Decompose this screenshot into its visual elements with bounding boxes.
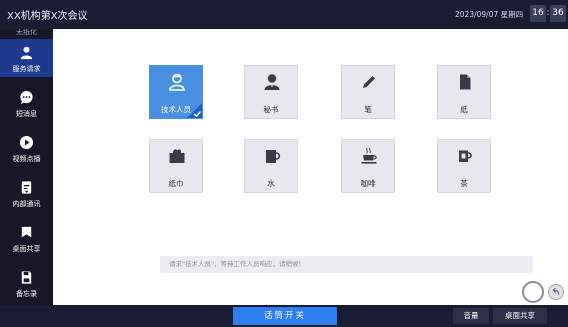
chat-bubble-icon (20, 90, 33, 105)
sidebar-item-desktop-share[interactable]: 桌面共享 (0, 219, 53, 257)
pen-icon (363, 76, 375, 88)
meeting-title: XX机构第X次会议 (7, 11, 88, 22)
sidebar-item-label: 内部通讯 (12, 200, 41, 208)
clock-minute: 36 (550, 5, 566, 22)
service-label: 纸巾 (168, 179, 184, 188)
coffee-icon (361, 147, 377, 164)
service-label: 纸 (460, 105, 468, 114)
desktop-share-button[interactable]: 桌面共享 (493, 308, 547, 324)
floating-home-button[interactable] (522, 281, 544, 303)
clock-hour: 16 (530, 5, 546, 22)
service-tile-secretary[interactable]: 秘书 (244, 65, 298, 119)
service-request-panel: 技术人员 秘书 笔 纸 纸巾 水 咖啡 茶 请求"技术人员"，等待工作人员响应，… (53, 29, 568, 305)
service-label: 茶 (460, 179, 468, 188)
service-label: 秘书 (263, 105, 279, 114)
service-label: 水 (267, 179, 275, 188)
back-arrow-icon (552, 287, 560, 295)
sidebar-item-label: 备忘录 (16, 290, 37, 298)
sidebar-item-video-on-demand[interactable]: 视频点播 (0, 129, 53, 167)
sidebar: 无纸化 服务请求 短消息 视频点播 内部通讯 桌面共享 备忘录 (0, 29, 53, 305)
service-tile-tea[interactable]: 茶 (437, 139, 491, 193)
person-icon (20, 46, 33, 60)
share-screen-icon (21, 226, 32, 238)
sidebar-item-internal-comm[interactable]: 内部通讯 (0, 174, 53, 212)
service-tile-pen[interactable]: 笔 (341, 65, 395, 119)
bottom-toolbar: 话筒开关 音量 桌面共享 (0, 305, 568, 327)
contacts-icon (21, 181, 32, 194)
sidebar-item-label: 服务请求 (12, 65, 41, 73)
sidebar-item-label: 短消息 (16, 110, 37, 118)
paper-icon (460, 74, 471, 90)
volume-button[interactable]: 音量 (453, 308, 489, 324)
service-label: 咖啡 (360, 179, 376, 188)
service-label: 笔 (364, 105, 372, 114)
service-tile-coffee[interactable]: 咖啡 (341, 139, 395, 193)
play-icon (19, 135, 34, 150)
service-tile-tissue[interactable]: 纸巾 (149, 139, 203, 193)
secretary-icon (264, 74, 280, 90)
memo-icon (21, 271, 32, 284)
service-tile-water[interactable]: 水 (244, 139, 298, 193)
sidebar-item-label: 视频点播 (12, 155, 41, 163)
service-tile-paper[interactable]: 纸 (437, 65, 491, 119)
sidebar-item-label: 桌面共享 (12, 245, 41, 253)
technician-icon (169, 73, 185, 91)
request-status-message: 请求"技术人员"，等待工作人员响应，请稍候! (160, 256, 533, 273)
sidebar-item-messages[interactable]: 短消息 (0, 84, 53, 122)
tea-icon (459, 150, 472, 162)
microphone-toggle-button[interactable]: 话筒开关 (233, 307, 337, 325)
date-display: 2023/09/07 星期四 (455, 10, 524, 19)
sidebar-item-partial-label: 无纸化 (16, 29, 37, 36)
back-button[interactable] (548, 284, 564, 300)
service-tile-technician[interactable]: 技术人员 (149, 65, 203, 119)
tissue-icon (169, 149, 185, 163)
clock: 16 : 36 (530, 5, 566, 22)
sidebar-item-memo[interactable]: 备忘录 (0, 264, 53, 302)
water-cup-icon (266, 150, 281, 163)
sidebar-item-service-request[interactable]: 服务请求 (0, 39, 53, 77)
title-bar: XX机构第X次会议 2023/09/07 星期四 16 : 36 (0, 0, 568, 29)
selected-check-icon (187, 103, 202, 118)
